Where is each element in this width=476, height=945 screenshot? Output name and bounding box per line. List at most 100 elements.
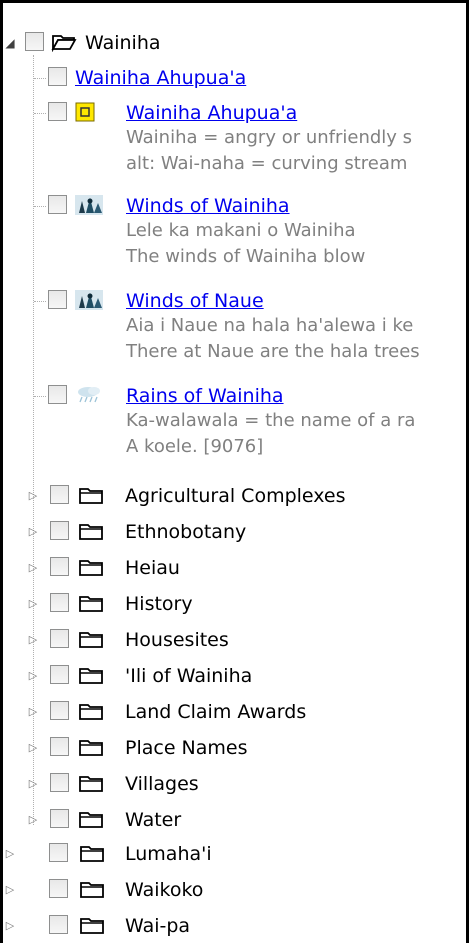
- folder-label: Land Claim Awards: [125, 701, 307, 723]
- placemark-title-link[interactable]: Winds of Naue: [126, 290, 264, 312]
- expand-arrow-icon[interactable]: ▷: [26, 741, 40, 755]
- placemark-title-link[interactable]: Winds of Wainiha: [126, 195, 290, 217]
- expand-arrow-icon[interactable]: ▷: [26, 489, 40, 503]
- folder-label: 'Ili of Wainiha: [125, 665, 253, 687]
- expand-arrow-icon[interactable]: ▷: [26, 561, 40, 575]
- placemark-title-link[interactable]: Rains of Wainiha: [126, 385, 284, 407]
- expand-arrow-icon[interactable]: ▷: [26, 525, 40, 539]
- expand-arrow-icon[interactable]: ▷: [26, 597, 40, 611]
- square-placemark-icon: [75, 102, 95, 122]
- placemark-description-line: The winds of Wainiha blow: [126, 246, 366, 267]
- placemark-description-line: alt: Wai-naha = curving stream: [126, 153, 408, 174]
- checkbox[interactable]: [48, 290, 67, 309]
- folder-icon: [79, 740, 103, 756]
- layer-tree-panel: ◢ Wainiha Wainiha Ahupua'a Wainiha Ahupu: [0, 0, 469, 943]
- folder-label: History: [125, 593, 193, 615]
- placemark-item[interactable]: Wainiha Ahupua'a Wainiha = angry or unfr…: [3, 95, 466, 185]
- placemark-item[interactable]: Wainiha Ahupua'a: [3, 60, 466, 96]
- folder-icon: [79, 560, 103, 576]
- checkbox[interactable]: [48, 195, 67, 214]
- folder-label: Heiau: [125, 557, 180, 579]
- folder-label: Water: [125, 809, 182, 831]
- checkbox[interactable]: [48, 67, 67, 86]
- subfolder-item[interactable]: ▷ Ethnobotany: [3, 514, 466, 550]
- checkbox[interactable]: [49, 915, 68, 934]
- tree-connector: [34, 78, 46, 79]
- subfolder-item[interactable]: ▷ Heiau: [3, 550, 466, 586]
- checkbox[interactable]: [50, 629, 69, 648]
- subfolder-item[interactable]: ▷ Villages: [3, 766, 466, 802]
- tree-connector: [34, 396, 46, 397]
- checkbox[interactable]: [50, 593, 69, 612]
- tree-node-wainiha[interactable]: ◢ Wainiha: [3, 25, 466, 61]
- subfolder-item[interactable]: ▷ Water: [3, 802, 466, 838]
- wind-icon: [75, 195, 103, 215]
- subfolder-item[interactable]: ▷ Housesites: [3, 622, 466, 658]
- folder-icon: [80, 882, 104, 898]
- tree-connector: [34, 301, 46, 302]
- layer-tree: ◢ Wainiha Wainiha Ahupua'a Wainiha Ahupu: [3, 3, 466, 943]
- wind-icon: [75, 290, 103, 310]
- folder-icon: [79, 668, 103, 684]
- checkbox[interactable]: [48, 385, 67, 404]
- expand-arrow-icon[interactable]: ▷: [26, 705, 40, 719]
- folder-item[interactable]: ▷ Waikoko: [3, 872, 466, 908]
- checkbox[interactable]: [50, 701, 69, 720]
- expand-arrow-icon[interactable]: ▷: [3, 883, 17, 897]
- checkbox[interactable]: [50, 773, 69, 792]
- placemark-description-line: Wainiha = angry or unfriendly s: [126, 127, 413, 148]
- expand-arrow-icon[interactable]: ▷: [26, 813, 40, 827]
- placemark-description-line: A koele. [9076]: [126, 436, 264, 457]
- tree-connector: [34, 206, 46, 207]
- checkbox[interactable]: [49, 843, 68, 862]
- folder-label: Housesites: [125, 629, 229, 651]
- folder-icon: [79, 596, 103, 612]
- folder-open-icon: [51, 35, 77, 52]
- expand-arrow-icon[interactable]: ▷: [3, 919, 17, 933]
- folder-icon: [80, 846, 104, 862]
- folder-icon: [79, 488, 103, 504]
- folder-label: Villages: [125, 773, 199, 795]
- expand-arrow-icon[interactable]: ▷: [26, 633, 40, 647]
- folder-icon: [79, 812, 103, 828]
- folder-label: Waikoko: [125, 879, 204, 901]
- checkbox[interactable]: [50, 521, 69, 540]
- placemark-item[interactable]: Rains of Wainiha Ka-walawala = the name …: [3, 378, 466, 468]
- checkbox[interactable]: [50, 809, 69, 828]
- rain-icon: [78, 387, 100, 403]
- folder-icon: [80, 918, 104, 934]
- subfolder-item[interactable]: ▷ 'Ili of Wainiha: [3, 658, 466, 694]
- checkbox[interactable]: [48, 102, 67, 121]
- folder-item[interactable]: ▷ Wai-pa: [3, 908, 466, 943]
- node-label: Wainiha: [85, 32, 161, 54]
- placemark-item[interactable]: Winds of Wainiha Lele ka makani o Wainih…: [3, 188, 466, 278]
- folder-icon: [79, 632, 103, 648]
- tree-connector: [34, 113, 46, 114]
- folder-label: Place Names: [125, 737, 248, 759]
- collapse-arrow-icon[interactable]: ◢: [3, 36, 17, 50]
- placemark-title-link[interactable]: Wainiha Ahupua'a: [126, 102, 297, 124]
- checkbox[interactable]: [50, 665, 69, 684]
- subfolder-item[interactable]: ▷ Land Claim Awards: [3, 694, 466, 730]
- checkbox[interactable]: [50, 737, 69, 756]
- subfolder-item[interactable]: ▷ Agricultural Complexes: [3, 478, 466, 514]
- folder-label: Wai-pa: [125, 915, 191, 937]
- expand-arrow-icon[interactable]: ▷: [3, 847, 17, 861]
- placemark-description-line: Aia i Naue na hala ha'alewa i ke: [126, 315, 414, 336]
- placemark-item[interactable]: Winds of Naue Aia i Naue na hala ha'alew…: [3, 283, 466, 373]
- folder-icon: [79, 776, 103, 792]
- folder-label: Agricultural Complexes: [125, 485, 346, 507]
- expand-arrow-icon[interactable]: ▷: [26, 777, 40, 791]
- placemark-title-link[interactable]: Wainiha Ahupua'a: [75, 67, 246, 89]
- expand-arrow-icon[interactable]: ▷: [26, 669, 40, 683]
- subfolder-item[interactable]: ▷ Place Names: [3, 730, 466, 766]
- folder-item[interactable]: ▷ Lumaha'i: [3, 836, 466, 872]
- checkbox[interactable]: [50, 485, 69, 504]
- checkbox[interactable]: [25, 32, 44, 51]
- placemark-description-line: Lele ka makani o Wainiha: [126, 220, 356, 241]
- checkbox[interactable]: [49, 879, 68, 898]
- subfolder-item[interactable]: ▷ History: [3, 586, 466, 622]
- placemark-description-line: Ka-walawala = the name of a ra: [126, 410, 416, 431]
- placemark-description-line: There at Naue are the hala trees: [126, 341, 420, 362]
- checkbox[interactable]: [50, 557, 69, 576]
